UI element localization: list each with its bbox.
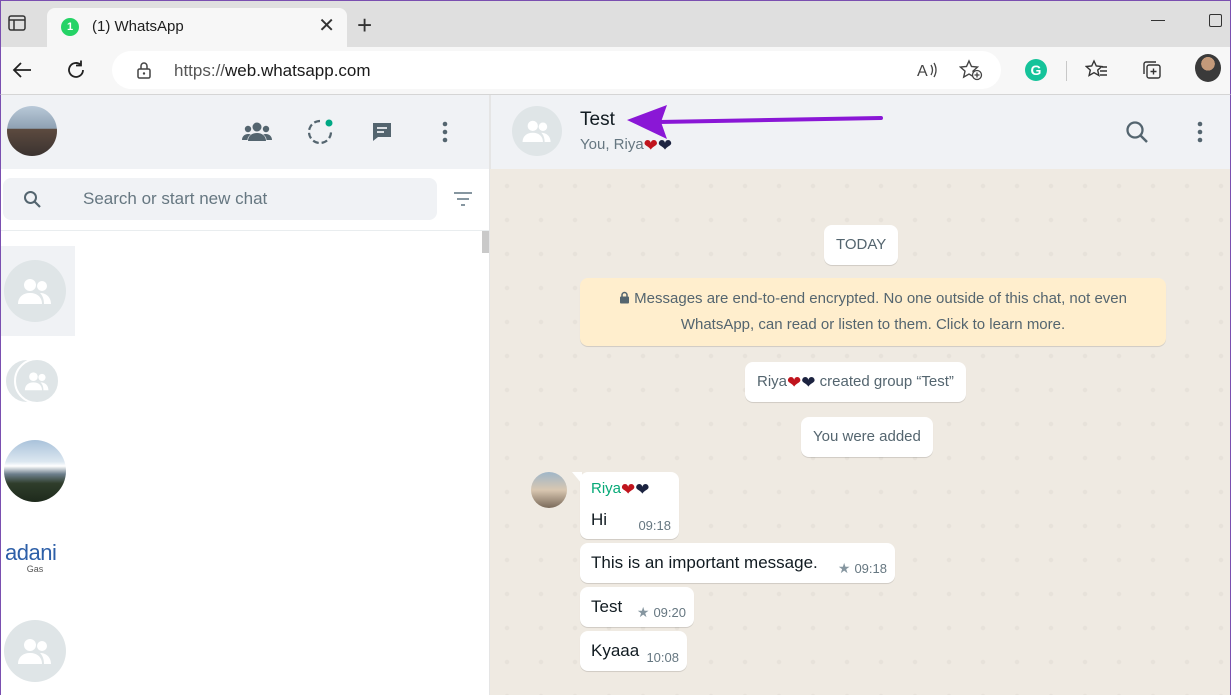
chat-list-item[interactable] (1, 336, 75, 426)
new-chat-icon[interactable] (367, 117, 397, 147)
chat-list-item[interactable] (1, 246, 75, 336)
sidebar-header (1, 95, 489, 169)
bubble-tail (572, 472, 582, 484)
star-icon: ★ (837, 560, 851, 576)
conversation-panel: Test You, Riya❤❤ TODAY Messages are end-… (490, 95, 1230, 695)
message-text: This is an important message. (591, 553, 818, 572)
group-name[interactable]: Test (580, 109, 615, 131)
red-heart-icon: ❤ (787, 373, 802, 392)
search-icon[interactable] (23, 190, 41, 213)
sender-avatar[interactable] (531, 472, 567, 508)
chat-list-scrollbar[interactable] (482, 231, 489, 253)
svg-text:A: A (917, 63, 928, 80)
message-time: ★ 09:20 (636, 604, 686, 620)
profile-avatar[interactable] (1195, 54, 1221, 82)
group-avatar-icon (14, 358, 60, 404)
whatsapp-app: adani Gas Test You, Riya❤❤ (0, 95, 1231, 695)
message-time: 09:18 (638, 518, 671, 533)
menu-icon[interactable] (430, 117, 460, 147)
chat-list-item[interactable] (1, 426, 75, 516)
read-aloud-icon[interactable]: A (914, 57, 940, 83)
search-input[interactable] (83, 178, 423, 220)
tab-actions-icon[interactable] (5, 11, 29, 35)
message-area[interactable]: TODAY Messages are end-to-end encrypted.… (490, 169, 1230, 695)
refresh-button[interactable] (63, 57, 89, 83)
encryption-line-2: WhatsApp, can read or listen to them. Cl… (680, 316, 1066, 333)
date-divider: TODAY (824, 225, 899, 265)
adani-logo-avatar: adani Gas (5, 540, 57, 574)
message-text: Kyaaa (591, 641, 640, 660)
search-row (1, 169, 489, 231)
group-avatar-icon[interactable] (512, 106, 562, 156)
message-time: ★ 09:18 (837, 560, 887, 576)
tab-title: (1) WhatsApp (92, 18, 184, 35)
status-icon[interactable] (305, 117, 335, 147)
new-tab-button[interactable]: + (357, 12, 372, 38)
search-box (3, 178, 437, 220)
my-profile-avatar[interactable] (7, 106, 57, 156)
address-bar[interactable]: https://web.whatsapp.com A (112, 51, 1001, 89)
message-bubble[interactable]: This is an important message. ★ 09:18 (580, 543, 895, 583)
message-bubble[interactable]: Riya❤❤ Hi 09:18 (572, 472, 679, 539)
navy-heart-icon: ❤ (801, 373, 816, 392)
group-created-notice: Riya❤❤ created group “Test” (745, 362, 966, 402)
toolbar-divider (1066, 61, 1067, 81)
browser-tab-bar: 1 (1) WhatsApp ✕ + (0, 0, 1231, 48)
chat-list: adani Gas (1, 231, 489, 695)
close-tab-icon[interactable]: ✕ (318, 16, 335, 36)
message-time: 10:08 (646, 650, 679, 665)
conversation-header[interactable]: Test You, Riya❤❤ (490, 95, 1230, 169)
chat-list-item[interactable]: adani Gas (1, 516, 75, 606)
red-heart-icon: ❤ (621, 480, 636, 499)
message-text: Test (591, 597, 623, 616)
browser-toolbar: https://web.whatsapp.com A G (0, 47, 1231, 95)
grammarly-extension-icon[interactable]: G (1023, 57, 1049, 83)
message-text: Hi (591, 510, 608, 529)
add-favorite-icon[interactable] (958, 57, 984, 83)
conversation-menu-icon[interactable] (1187, 119, 1213, 145)
sender-name[interactable]: Riya❤❤ (591, 480, 650, 500)
annotation-arrow-icon (627, 105, 883, 139)
message-bubble[interactable]: Test ★ 09:20 (580, 587, 694, 627)
sidebar: adani Gas (1, 95, 490, 695)
lock-icon[interactable] (136, 61, 152, 84)
group-avatar-icon (4, 260, 66, 322)
navy-heart-icon: ❤ (635, 480, 650, 499)
minimize-window-icon[interactable] (1151, 20, 1165, 21)
url-text: https://web.whatsapp.com (174, 61, 371, 80)
lock-icon (619, 290, 634, 307)
group-avatar-icon (4, 620, 66, 682)
favorites-icon[interactable] (1084, 57, 1110, 83)
chat-list-item[interactable] (1, 606, 75, 695)
back-button[interactable] (9, 57, 35, 83)
whatsapp-favicon-icon: 1 (61, 18, 79, 36)
star-icon: ★ (636, 604, 650, 620)
you-were-added-notice: You were added (801, 417, 933, 457)
filter-icon[interactable] (453, 191, 473, 212)
message-bubble[interactable]: Kyaaa 10:08 (580, 631, 687, 671)
collections-icon[interactable] (1139, 57, 1165, 83)
mountain-photo-avatar (4, 440, 66, 502)
encryption-line-1: Messages are end-to-end encrypted. No on… (634, 290, 1127, 307)
maximize-window-icon[interactable] (1209, 14, 1222, 27)
encryption-notice[interactable]: Messages are end-to-end encrypted. No on… (580, 278, 1166, 346)
communities-icon[interactable] (242, 117, 272, 147)
search-messages-icon[interactable] (1124, 119, 1150, 145)
browser-tab-whatsapp[interactable]: 1 (1) WhatsApp ✕ (47, 8, 347, 48)
